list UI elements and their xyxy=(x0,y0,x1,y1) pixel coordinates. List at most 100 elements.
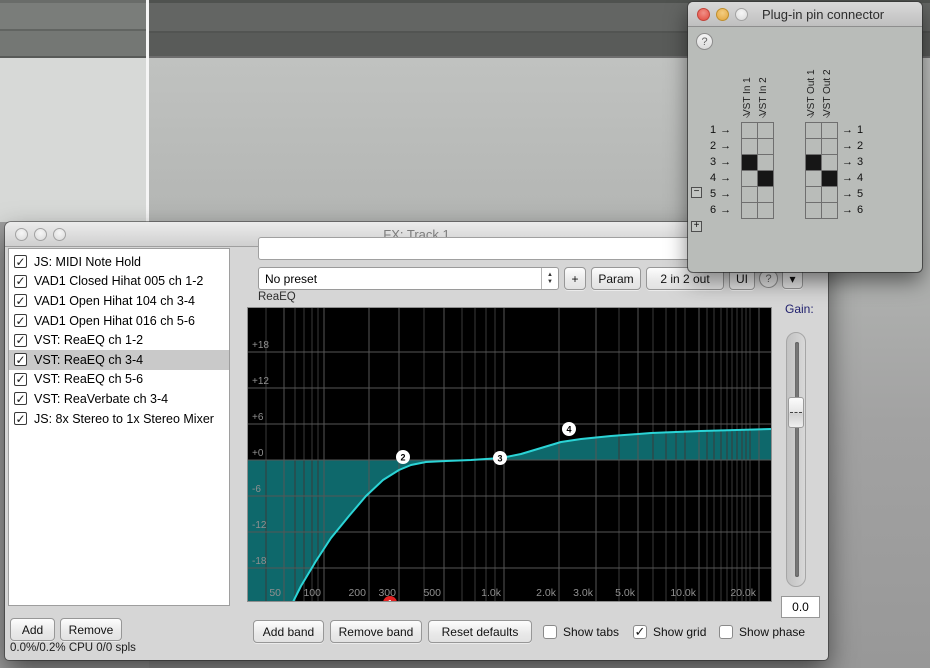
zoom-button[interactable] xyxy=(735,7,748,21)
pin-cell[interactable] xyxy=(742,187,758,203)
pin-cell[interactable] xyxy=(758,203,774,219)
fx-enable-checkbox[interactable]: ✓ xyxy=(14,353,27,367)
pin-cell[interactable] xyxy=(742,203,758,219)
pin-row-number: 6 → xyxy=(710,204,732,216)
freq-tick-label: 5.0k xyxy=(615,587,636,599)
pin-cell[interactable] xyxy=(822,139,838,155)
pin-cell[interactable] xyxy=(758,123,774,139)
arrow-right-icon: → xyxy=(720,172,732,184)
arrow-right-icon: → xyxy=(842,172,853,184)
arrow-right-icon: → xyxy=(720,140,732,152)
fx-list-item[interactable]: ✓ VST: ReaEQ ch 3-4 xyxy=(9,349,229,370)
fx-enable-checkbox[interactable]: ✓ xyxy=(14,392,27,406)
collapse-button[interactable]: − xyxy=(691,187,702,198)
pin-cell[interactable] xyxy=(758,187,774,203)
pin-cell[interactable] xyxy=(806,155,822,171)
fx-enable-checkbox[interactable]: ✓ xyxy=(14,372,27,386)
pin-titlebar[interactable]: Plug-in pin connector xyxy=(688,2,922,27)
freq-tick-label: 2.0k xyxy=(536,587,557,599)
eq-band-handle[interactable]: 4 xyxy=(562,422,576,436)
svg-text:4: 4 xyxy=(566,425,571,435)
pin-row-number: → 4 xyxy=(842,172,864,184)
arrow-right-icon: → xyxy=(842,124,853,136)
gain-value-field[interactable]: 0.0 xyxy=(781,596,820,618)
checkbox-label: Show phase xyxy=(739,624,806,639)
add-fx-button[interactable]: Add xyxy=(10,618,55,641)
show-tabs-checkbox[interactable]: Show tabs xyxy=(543,620,619,643)
svg-text:3: 3 xyxy=(497,454,502,464)
preset-combo[interactable]: No preset ▲ ▼ xyxy=(258,267,559,290)
reset-defaults-button[interactable]: Reset defaults xyxy=(428,620,532,643)
fx-item-label: VST: ReaEQ ch 5-6 xyxy=(34,372,144,387)
vst-in-1-label: VST In 1 xyxy=(742,77,753,116)
freq-tick-label: 3.0k xyxy=(573,587,594,599)
pin-cell[interactable] xyxy=(742,155,758,171)
fx-list-item[interactable]: ✓ JS: 8x Stereo to 1x Stereo Mixer xyxy=(9,409,229,429)
gain-slider[interactable] xyxy=(786,332,806,587)
plugin-name-label: ReaEQ xyxy=(258,291,296,303)
eq-band-handle[interactable]: 2 xyxy=(396,450,410,464)
fx-item-label: VST: ReaEQ ch 1-2 xyxy=(34,333,144,348)
pin-cell[interactable] xyxy=(758,155,774,171)
fx-enable-checkbox[interactable]: ✓ xyxy=(14,333,27,347)
checkbox-icon[interactable] xyxy=(543,624,557,639)
pin-cell[interactable] xyxy=(822,203,838,219)
db-tick-label: +0 xyxy=(252,448,264,459)
fx-enable-checkbox[interactable]: ✓ xyxy=(14,274,27,288)
arrow-right-icon: → xyxy=(720,156,732,168)
eq-graph[interactable]: +18 +12 +6 +0 -6 -12 -18 50 100 200 300 500 1.0k 2.0k… xyxy=(240,307,772,668)
pin-cell[interactable] xyxy=(822,123,838,139)
pin-matrix-out[interactable] xyxy=(805,122,838,219)
pin-cell[interactable] xyxy=(822,187,838,203)
db-tick-label: -12 xyxy=(252,520,267,531)
pin-cell[interactable] xyxy=(758,171,774,187)
pin-cell[interactable] xyxy=(742,139,758,155)
fx-list-item[interactable]: ✓ JS: MIDI Note Hold xyxy=(9,252,229,272)
show-phase-checkbox[interactable]: Show phase xyxy=(719,620,805,643)
close-button[interactable] xyxy=(697,7,710,21)
fx-enable-checkbox[interactable]: ✓ xyxy=(14,255,27,269)
add-band-button[interactable]: Add band xyxy=(253,620,324,643)
preset-value: No preset xyxy=(265,271,318,286)
preset-stepper[interactable]: ▲ ▼ xyxy=(541,268,558,289)
pin-cell[interactable] xyxy=(822,171,838,187)
remove-band-button[interactable]: Remove band xyxy=(330,620,422,643)
pin-cell[interactable] xyxy=(742,123,758,139)
show-grid-checkbox[interactable]: ✓ Show grid xyxy=(633,620,706,643)
pin-cell[interactable] xyxy=(806,123,822,139)
pin-cell[interactable] xyxy=(822,155,838,171)
gain-slider-thumb[interactable] xyxy=(788,397,804,428)
fx-list-item[interactable]: ✓ VAD1 Closed Hihat 005 ch 1-2 xyxy=(9,272,229,292)
freq-tick-label: 500 xyxy=(423,587,441,599)
pin-cell[interactable] xyxy=(806,171,822,187)
pin-cell[interactable] xyxy=(742,171,758,187)
checkbox-icon[interactable] xyxy=(719,624,733,639)
freq-tick-label: 1.0k xyxy=(481,587,502,599)
arrow-right-icon: → xyxy=(842,156,853,168)
pin-matrix-in[interactable] xyxy=(741,122,774,219)
pin-cell[interactable] xyxy=(758,139,774,155)
help-icon[interactable]: ? xyxy=(696,33,713,50)
expand-button[interactable]: + xyxy=(691,221,702,232)
pin-row-number: → 3 xyxy=(842,156,864,168)
minimize-button[interactable] xyxy=(716,7,729,21)
fx-enable-checkbox[interactable]: ✓ xyxy=(14,294,27,308)
checkbox-icon[interactable]: ✓ xyxy=(633,624,647,639)
remove-fx-button[interactable]: Remove xyxy=(60,618,122,641)
param-button[interactable]: Param xyxy=(591,267,641,290)
fx-list-item[interactable]: ✓ VST: ReaVerbate ch 3-4 xyxy=(9,389,229,409)
pin-cell[interactable] xyxy=(806,139,822,155)
fx-list-item[interactable]: ✓ VST: ReaEQ ch 1-2 xyxy=(9,330,229,350)
freq-tick-label: 10.0k xyxy=(670,587,696,599)
preset-plus-button[interactable]: + xyxy=(564,267,586,290)
pin-cell[interactable] xyxy=(806,203,822,219)
pin-cell[interactable] xyxy=(806,187,822,203)
fx-enable-checkbox[interactable]: ✓ xyxy=(14,314,27,328)
eq-band-handle[interactable]: 3 xyxy=(493,451,507,465)
fx-list-item[interactable]: ✓ VST: ReaEQ ch 5-6 xyxy=(9,370,229,390)
fx-list[interactable]: ✓ JS: MIDI Note Hold ✓ VAD1 Closed Hihat 00… xyxy=(8,248,230,606)
pin-connector-window: Plug-in pin connector ? VST In 1 VST In … xyxy=(688,2,922,272)
fx-list-item[interactable]: ✓ VAD1 Open Hihat 016 ch 5-6 xyxy=(9,311,229,331)
fx-list-item[interactable]: ✓ VAD1 Open Hihat 104 ch 3-4 xyxy=(9,291,229,311)
fx-enable-checkbox[interactable]: ✓ xyxy=(14,412,27,426)
